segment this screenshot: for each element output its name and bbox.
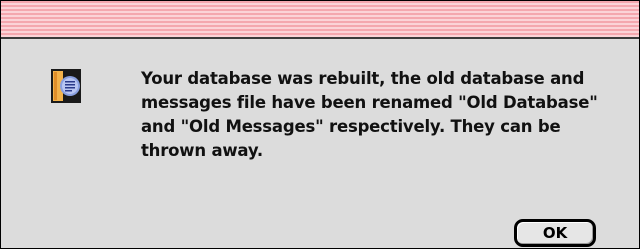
title-bar[interactable] [1, 1, 639, 39]
alert-dialog: Your database was rebuilt, the old datab… [0, 0, 640, 249]
dialog-content: Your database was rebuilt, the old datab… [1, 39, 639, 248]
alert-message: Your database was rebuilt, the old datab… [141, 69, 598, 160]
ok-button-label: OK [542, 224, 568, 242]
alert-note-icon [51, 69, 81, 103]
ok-button[interactable]: OK [514, 219, 596, 247]
